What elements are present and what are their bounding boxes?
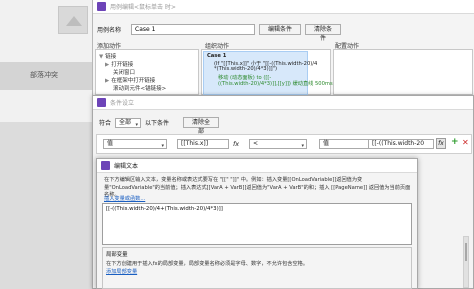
tree-item[interactable]: 滚动到元件<锚链接> [111, 84, 166, 92]
tree-item[interactable]: ▶ 在框架中打开链接 [105, 76, 155, 84]
local-variables-header: 局部变量 [106, 252, 128, 258]
dropdown-icon: ▾ [135, 121, 139, 128]
case-name-label: 用例名称 [97, 27, 122, 34]
configure-action-panel [333, 49, 473, 95]
edit-text-description: 在下方编辑区输入文本，变量名称或表达式要写在 "[[" "]]" 中。例如：插入… [104, 177, 411, 198]
dropdown-icon: ▾ [301, 143, 304, 149]
condition-setup-title: 条件设立 [110, 100, 135, 107]
left-value-input[interactable]: [[This.x]] [177, 139, 229, 149]
dropdown-icon: ▾ [161, 143, 164, 149]
local-variables-description: 在下方创建用于插入fx的局部变量，局部变量名称必须是字母、数字，不允许包含空格。 [106, 261, 309, 267]
app-icon [97, 2, 106, 11]
case-item-selected[interactable]: Case 1 (If "[[This.x]]" 小于 "[[-((This.wi… [203, 51, 333, 95]
delete-icon[interactable]: ✕ [462, 138, 469, 147]
fx-icon[interactable]: fx [436, 138, 446, 149]
condition-setup-titlebar: 条件设立 [93, 96, 473, 110]
vertical-scrollbar[interactable] [463, 236, 469, 288]
add-action-tree: ▼ 链接 ▶ 打开链接 关闭窗口 ▶ 在框架中打开链接 滚动到元件<锚链接> [95, 49, 199, 95]
move-action-detail: ((This.width-20)/4*3)]],[[y]]) 缓动直线 500m… [218, 81, 333, 87]
fx-icon[interactable]: fx [233, 140, 239, 148]
insert-variable-link[interactable]: 插入变量或函数... [104, 195, 145, 202]
case-condition-line2: *(This.width-20)/4*3)]]") [214, 66, 278, 72]
local-variables-group: 局部变量 在下方创建用于插入fx的局部变量，局部变量名称必须是字母、数字，不允许… [102, 247, 412, 289]
condition-row: 值▾ [[This.x]] fx <▾ 值▾ [[-((This.width-2… [96, 134, 472, 154]
edit-condition-button[interactable]: 编辑条件 [259, 24, 301, 35]
operator-select[interactable]: < ▾ [249, 139, 307, 149]
case-title: Case 1 [207, 53, 227, 59]
edit-text-titlebar: 编辑文本 [97, 159, 417, 173]
add-local-variable-link[interactable]: 添加局部变量 [106, 268, 137, 275]
right-value-input[interactable]: [[-((This.width-20 [368, 139, 434, 149]
case-name-row: 用例名称 [97, 24, 255, 35]
app-icon [97, 98, 106, 107]
left-type-select[interactable]: 值 ▾ [103, 139, 167, 149]
app-icon [101, 161, 110, 170]
match-select[interactable]: 全部 ▾ [115, 117, 142, 128]
case-editor-titlebar: 用例编辑<鼠标单击 时> [93, 0, 474, 14]
tree-item[interactable]: 关闭窗口 [111, 68, 135, 76]
add-icon[interactable]: + [451, 137, 459, 147]
edit-text-window: 编辑文本 在下方编辑区输入文本，变量名称或表达式要写在 "[[" "]]" 中。… [96, 158, 418, 289]
image-placeholder-icon [58, 6, 88, 34]
edit-text-title: 编辑文本 [114, 163, 139, 170]
case-editor-title: 用例编辑<鼠标单击 时> [110, 4, 176, 11]
clear-condition-button[interactable]: 清除条件 [305, 24, 341, 42]
case-name-input[interactable] [131, 24, 255, 35]
clear-all-button[interactable]: 清除全部 [183, 117, 220, 135]
match-row: 符合 全部 ▾ 以下条件 清除全部 [99, 117, 220, 135]
tree-item[interactable]: ▼ 链接 [99, 52, 116, 60]
canvas-strip [0, 122, 98, 289]
tree-item[interactable]: ▶ 打开链接 [105, 60, 133, 68]
match-suffix: 以下条件 [145, 120, 170, 127]
canvas-section-label: 部落冲突 [30, 71, 58, 79]
organize-action-panel: Case 1 (If "[[This.x]]" 小于 "[[-((This.wi… [201, 49, 333, 95]
expression-textarea[interactable]: [[-((This.width-20)/4+(This.width-20)/4*… [102, 203, 412, 245]
match-label: 符合 [99, 120, 112, 127]
